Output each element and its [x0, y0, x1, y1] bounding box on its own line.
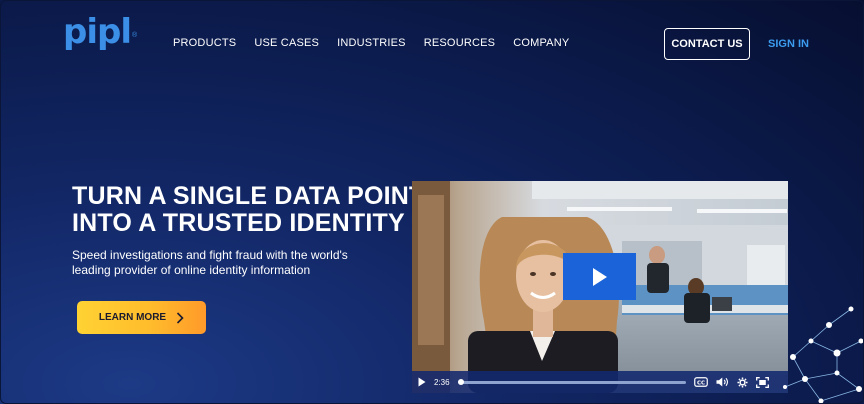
closed-captions-icon: CC [693, 377, 708, 387]
sign-in-link[interactable]: SIGN IN [768, 38, 809, 50]
nav-item-use-cases[interactable]: USE CASES [254, 37, 319, 49]
hero-title-line-2: INTO A TRUSTED IDENTITY [72, 209, 405, 237]
logo-text: pipl [63, 12, 132, 52]
hero-subtitle-line-2: leading provider of online identity info… [72, 263, 311, 277]
svg-text:CC: CC [697, 380, 705, 386]
learn-more-label: LEARN MORE [98, 312, 167, 323]
learn-more-button[interactable]: LEARN MORE [77, 301, 206, 334]
settings-icon [737, 376, 748, 388]
page: pipl ® PRODUCTS USE CASES INDUSTRIES RES… [0, 0, 864, 404]
hero-title-line-1: TURN A SINGLE DATA POINT [72, 182, 425, 210]
video-progress-knob[interactable] [457, 378, 464, 385]
volume-button[interactable] [716, 377, 729, 387]
fullscreen-icon [755, 376, 769, 388]
nav-item-company[interactable]: COMPANY [513, 37, 569, 49]
play-icon [592, 267, 607, 286]
main-nav: PRODUCTS USE CASES INDUSTRIES RESOURCES … [173, 37, 569, 49]
video-progress-bar[interactable] [457, 378, 686, 385]
video-controls: 2:36 CC [412, 371, 788, 393]
network-graphic [783, 306, 863, 403]
play-video-button[interactable] [563, 253, 636, 300]
nav-item-products[interactable]: PRODUCTS [173, 37, 236, 49]
video-time: 2:36 [434, 377, 450, 387]
pipl-logo[interactable]: pipl ® [63, 15, 137, 49]
hero-title: TURN A SINGLE DATA POINT INTO A TRUSTED … [72, 183, 424, 237]
nav-item-industries[interactable]: INDUSTRIES [337, 37, 406, 49]
chevron-right-icon [177, 311, 184, 324]
nav-item-resources[interactable]: RESOURCES [424, 37, 495, 49]
contact-us-button[interactable]: CONTACT US [664, 28, 750, 60]
registered-mark: ® [131, 32, 138, 39]
captions-button[interactable]: CC [693, 377, 708, 387]
play-icon [418, 377, 426, 387]
play-pause-button[interactable] [418, 377, 426, 387]
hero-subtitle: Speed investigations and fight fraud wit… [72, 248, 372, 278]
volume-icon [716, 377, 728, 387]
fullscreen-button[interactable] [755, 376, 769, 388]
video-player[interactable]: 2:36 CC [412, 181, 788, 393]
hero-subtitle-line-1: Speed investigations and fight fraud wit… [72, 248, 348, 262]
settings-button[interactable] [737, 376, 748, 388]
